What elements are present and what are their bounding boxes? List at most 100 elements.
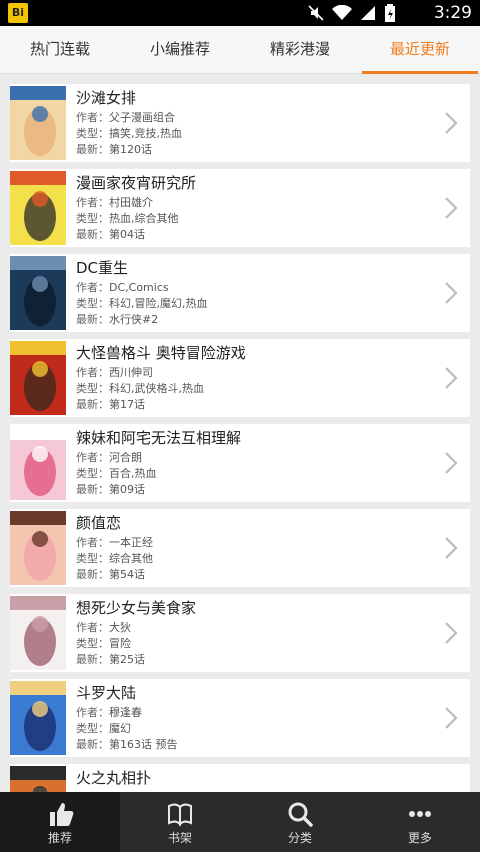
comic-author: 一本正经 (109, 536, 153, 549)
comic-author-row: 作者：一本正经 (76, 535, 430, 551)
more-icon (409, 811, 431, 817)
comic-author-row: 作者：西川伸司 (76, 365, 430, 381)
comic-title: 沙滩女排 (76, 89, 137, 107)
tab-4[interactable]: 最近更新 (360, 26, 480, 74)
list-item[interactable]: 大怪兽格斗 奥特冒险游戏 作者：西川伸司 类型：科幻,武侠格斗,热血 最新：第17话 (10, 339, 470, 417)
comic-author-label: 作者： (76, 536, 109, 549)
comic-author: 西川伸司 (109, 366, 153, 379)
battery-icon (385, 4, 395, 22)
chevron-right-icon (445, 537, 458, 559)
comic-genre-row: 类型：科幻,冒险,魔幻,热血 (76, 296, 430, 312)
comic-title: DC重生 (76, 259, 129, 277)
comic-author-label: 作者： (76, 451, 109, 464)
list-item[interactable]: 沙滩女排 作者：父子漫画组合 类型：搞笑,竞技,热血 最新：第120话 (10, 84, 470, 162)
comic-author-label: 作者： (76, 196, 109, 209)
chevron-right-icon (445, 452, 458, 474)
chevron-right-icon (445, 707, 458, 729)
comic-author-row: 作者：父子漫画组合 (76, 110, 430, 126)
comic-latest-chapter: 第17话 (109, 398, 145, 411)
chevron-right-icon (445, 367, 458, 389)
comic-genre-row: 类型：搞笑,竞技,热血 (76, 126, 430, 142)
comic-info: 火之丸相扑作者：川田 (76, 768, 430, 792)
comic-cover-image (10, 596, 66, 670)
list-item[interactable]: 颜值恋 作者：一本正经 类型：综合其他 最新：第54话 (10, 509, 470, 587)
comic-genre-label: 类型： (76, 127, 109, 140)
comic-genre: 搞笑,竞技,热血 (109, 127, 182, 140)
comic-genre-row: 类型：科幻,武侠格斗,热血 (76, 381, 430, 397)
comic-info: 辣妹和阿宅无法互相理解 作者：河合朗 类型：百合,热血 最新：第09话 (76, 428, 430, 498)
comic-cover-image (10, 426, 66, 500)
comic-latest-chapter-label: 最新： (76, 228, 109, 241)
comic-cover-image (10, 681, 66, 755)
comic-author: 大狄 (109, 621, 131, 634)
comic-latest-chapter: 第163话 预告 (109, 738, 178, 751)
tab-1[interactable]: 热门连载 (0, 26, 120, 73)
comic-author-label: 作者： (76, 366, 109, 379)
comic-info: DC重生 作者：DC,Comics 类型：科幻,冒险,魔幻,热血 最新：水行侠#2 (76, 258, 430, 328)
comic-genre-row: 类型：综合其他 (76, 551, 430, 567)
comic-info: 沙滩女排 作者：父子漫画组合 类型：搞笑,竞技,热血 最新：第120话 (76, 88, 430, 158)
comic-author-row: 作者：村田雄介 (76, 195, 430, 211)
list-item[interactable]: 漫画家夜宵研究所 作者：村田雄介 类型：热血,综合其他 最新：第04话 (10, 169, 470, 247)
comic-author-label: 作者： (76, 281, 109, 294)
comic-author-label: 作者： (76, 621, 109, 634)
nav-item-label: 更多 (407, 831, 432, 845)
comic-latest-chapter: 第04话 (109, 228, 145, 241)
comic-list[interactable]: 沙滩女排 作者：父子漫画组合 类型：搞笑,竞技,热血 最新：第120话 漫画家夜宵研究所… (0, 74, 480, 792)
nav-item-1[interactable]: 推荐 (0, 792, 120, 852)
list-item[interactable]: 火之丸相扑作者：川田 (10, 764, 470, 792)
comic-genre-label: 类型： (76, 552, 109, 565)
comic-author: 穆逢春 (109, 706, 142, 719)
app-notification-icon: Bi (8, 3, 28, 23)
comic-latest-chapter-label: 最新： (76, 738, 109, 751)
list-item[interactable]: 辣妹和阿宅无法互相理解 作者：河合朗 类型：百合,热血 最新：第09话 (10, 424, 470, 502)
comic-info: 漫画家夜宵研究所 作者：村田雄介 类型：热血,综合其他 最新：第04话 (76, 173, 430, 243)
comic-info: 大怪兽格斗 奥特冒险游戏 作者：西川伸司 类型：科幻,武侠格斗,热血 最新：第17话 (76, 343, 430, 413)
comic-latest-chapter: 第54话 (109, 568, 145, 581)
comic-author-row: 作者：DC,Comics (76, 280, 430, 296)
chevron-right-icon (445, 197, 458, 219)
comic-genre-label: 类型： (76, 297, 109, 310)
comic-author-row: 作者：大狄 (76, 620, 430, 636)
comic-title: 漫画家夜宵研究所 (76, 174, 197, 192)
nav-item-4[interactable]: 更多 (360, 792, 480, 852)
comic-title: 辣妹和阿宅无法互相理解 (76, 429, 242, 447)
tab-2[interactable]: 小编推荐 (120, 26, 240, 73)
comic-title: 斗罗大陆 (76, 684, 137, 702)
bottom-navigation: 推荐 书架 分类 更多 (0, 792, 480, 852)
list-item[interactable]: 斗罗大陆 作者：穆逢春 类型：魔幻 最新：第163话 预告 (10, 679, 470, 757)
comic-latest-chapter-label: 最新： (76, 653, 109, 666)
comic-latest-chapter-row: 最新：第54话 (76, 567, 430, 583)
comic-author: 河合朗 (109, 451, 142, 464)
comic-latest-chapter: 第25话 (109, 653, 145, 666)
comic-author-row: 作者：河合朗 (76, 450, 430, 466)
chevron-right-icon (445, 112, 458, 134)
comic-title: 颜值恋 (76, 514, 122, 532)
comic-author: 父子漫画组合 (109, 111, 175, 124)
comic-genre: 热血,综合其他 (109, 212, 179, 225)
comic-cover-image (10, 766, 66, 792)
comic-genre: 魔幻 (109, 722, 131, 735)
signal-icon (361, 6, 375, 20)
list-item[interactable]: DC重生 作者：DC,Comics 类型：科幻,冒险,魔幻,热血 最新：水行侠#2 (10, 254, 470, 332)
tab-3[interactable]: 精彩港漫 (240, 26, 360, 73)
nav-item-label: 分类 (287, 831, 312, 845)
status-time: 3:29 (433, 3, 472, 23)
nav-item-label: 书架 (167, 831, 192, 845)
list-item[interactable]: 想死少女与美食家 作者：大狄 类型：冒险 最新：第25话 (10, 594, 470, 672)
comic-genre: 综合其他 (109, 552, 153, 565)
comic-info: 想死少女与美食家 作者：大狄 类型：冒险 最新：第25话 (76, 598, 430, 668)
comic-latest-chapter-row: 最新：水行侠#2 (76, 312, 430, 328)
comic-genre: 冒险 (109, 637, 131, 650)
comic-latest-chapter-row: 最新：第163话 预告 (76, 737, 430, 753)
comic-genre-label: 类型： (76, 382, 109, 395)
status-bar: Bi 3:29 (0, 0, 480, 26)
comic-genre: 科幻,冒险,魔幻,热血 (109, 297, 208, 310)
category-tabs: 热门连载 小编推荐 精彩港漫 最近更新 (0, 26, 480, 74)
thumbs-up-icon (50, 803, 74, 826)
nav-item-3[interactable]: 分类 (240, 792, 360, 852)
comic-latest-chapter: 第120话 (109, 143, 152, 156)
comic-latest-chapter-row: 最新：第09话 (76, 482, 430, 498)
nav-item-2[interactable]: 书架 (120, 792, 240, 852)
comic-latest-chapter-row: 最新：第17话 (76, 397, 430, 413)
